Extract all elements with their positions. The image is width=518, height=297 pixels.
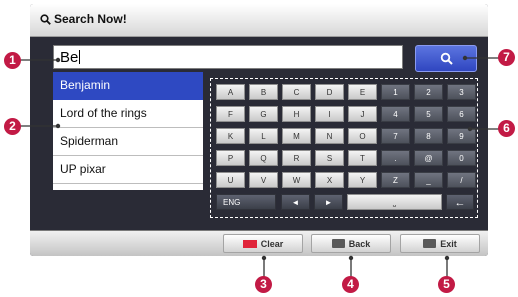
callout-1: 1 [4,52,21,69]
callout-7: 7 [498,49,515,66]
callout-5: 5 [438,276,455,293]
callout-3: 3 [255,276,272,293]
callout-6: 6 [498,120,515,137]
callout-4: 4 [342,276,359,293]
callout-2: 2 [4,118,21,135]
callout-leader-lines [13,55,502,277]
